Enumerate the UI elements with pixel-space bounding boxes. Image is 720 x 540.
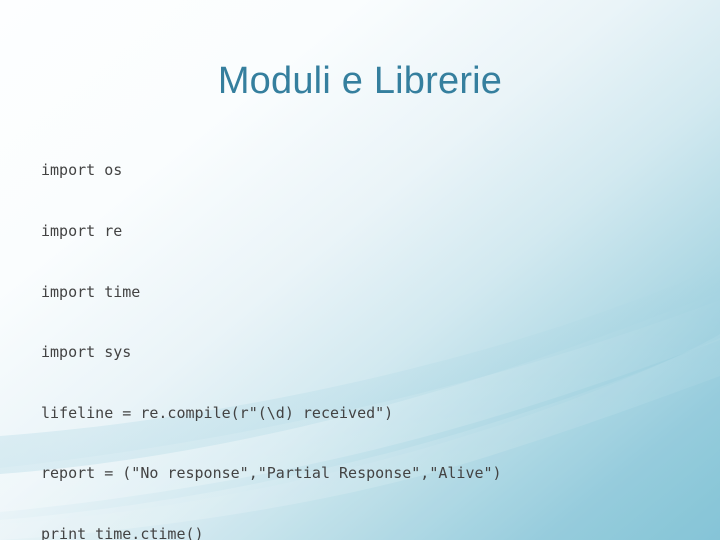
code-line: print time.ctime()	[41, 524, 204, 540]
code-line: report = ("No response","Partial Respons…	[41, 464, 502, 483]
code-line: import os	[41, 161, 123, 180]
code-block: import os import re import time import s…	[41, 120, 701, 540]
slide-canvas: Moduli e Librerie import os import re im…	[0, 0, 720, 540]
code-line: import time	[41, 282, 141, 301]
code-line: import re	[41, 222, 123, 240]
page-title: Moduli e Librerie	[217, 60, 503, 102]
code-line: import sys	[41, 343, 132, 362]
code-line: lifeline = re.compile(r"(\d) received")	[41, 403, 394, 422]
